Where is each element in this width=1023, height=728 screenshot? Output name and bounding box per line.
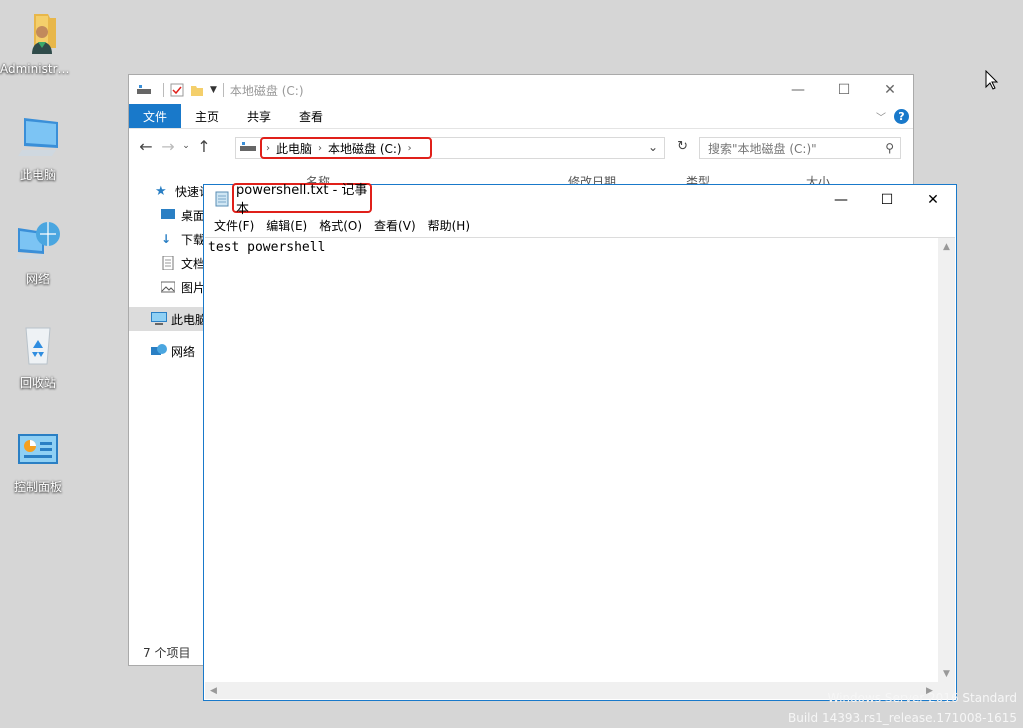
nav-item-documents[interactable]: 文档 xyxy=(129,251,205,275)
minimize-button[interactable]: — xyxy=(775,75,821,105)
nav-item-network[interactable]: 网络 xyxy=(129,339,205,363)
mouse-cursor-icon xyxy=(985,69,999,93)
download-icon: ↓ xyxy=(161,232,172,246)
menu-format[interactable]: 格式(O) xyxy=(313,217,368,234)
document-icon xyxy=(161,255,175,271)
text-editor[interactable]: test powershell ▲ ▼ ◀ ▶ xyxy=(205,237,955,699)
editor-content[interactable]: test powershell xyxy=(208,240,325,255)
chevron-right-icon: › xyxy=(407,142,412,154)
notepad-icon xyxy=(214,191,230,210)
menu-help[interactable]: 帮助(H) xyxy=(422,217,476,234)
desktop-icon-network[interactable]: 网络 xyxy=(0,218,76,287)
desktop-icon-label: 回收站 xyxy=(19,376,56,390)
computer-icon xyxy=(151,312,167,326)
desktop-icon-recycle-bin[interactable]: 回收站 xyxy=(0,322,76,391)
nav-item-desktop[interactable]: 桌面 xyxy=(129,203,205,227)
close-button[interactable]: ✕ xyxy=(910,185,956,215)
search-placeholder: 搜索"本地磁盘 (C:)" xyxy=(708,141,817,156)
expand-ribbon-icon[interactable]: ﹀ xyxy=(876,109,886,124)
os-watermark-build: Build 14393.rs1_release.171008-1615 xyxy=(788,711,1017,725)
desktop-icon-control-panel[interactable]: 控制面板 xyxy=(0,426,76,495)
address-dropdown-icon[interactable]: ⌄ xyxy=(648,140,658,154)
recent-locations-icon[interactable]: ⌄ xyxy=(179,141,193,151)
quick-access-dropdown-icon[interactable]: ▼ xyxy=(210,85,217,95)
notepad-title-highlight: powershell.txt - 记事本 xyxy=(232,183,372,217)
scroll-up-icon[interactable]: ▲ xyxy=(938,238,955,255)
scroll-left-icon[interactable]: ◀ xyxy=(205,682,222,699)
notepad-window: powershell.txt - 记事本 — ☐ ✕ 文件(F) 编辑(E) 格… xyxy=(203,183,957,701)
os-watermark-edition: Windows Server 2016 Standard xyxy=(827,691,1018,705)
drive-icon xyxy=(137,83,151,97)
desktop-icon-administrator[interactable]: Administra... xyxy=(0,10,76,76)
refresh-button[interactable]: ↻ xyxy=(677,139,688,154)
search-input[interactable]: 搜索"本地磁盘 (C:)" ⚲ xyxy=(699,137,901,159)
network-icon xyxy=(14,218,62,266)
window-title: 本地磁盘 (C:) xyxy=(229,83,304,98)
desktop-icon-label: 此电脑 xyxy=(19,168,56,182)
nav-item-downloads[interactable]: ↓ 下载 xyxy=(129,227,205,251)
desktop-icon-this-pc[interactable]: 此电脑 xyxy=(0,114,76,183)
breadcrumb-this-pc[interactable]: 此电脑 xyxy=(270,140,318,157)
maximize-button[interactable]: ☐ xyxy=(821,75,867,105)
forward-button[interactable]: → xyxy=(157,137,179,156)
search-icon: ⚲ xyxy=(885,141,894,155)
recycle-bin-icon xyxy=(14,322,62,370)
back-button[interactable]: ← xyxy=(135,137,157,156)
minimize-button[interactable]: — xyxy=(818,185,864,215)
notepad-titlebar: powershell.txt - 记事本 — ☐ ✕ xyxy=(204,183,956,217)
control-panel-icon xyxy=(14,426,62,474)
computer-icon xyxy=(14,114,62,162)
picture-icon xyxy=(160,280,176,294)
close-button[interactable]: ✕ xyxy=(867,75,913,105)
breadcrumb-local-disk[interactable]: 本地磁盘 (C:) xyxy=(322,140,408,157)
scroll-down-icon[interactable]: ▼ xyxy=(938,665,955,682)
user-folder-icon xyxy=(14,10,62,58)
up-button[interactable]: ↑ xyxy=(193,137,215,156)
address-bar[interactable]: › 此电脑 › 本地磁盘 (C:) › ⌄ ↻ xyxy=(235,137,688,159)
star-icon: ★ xyxy=(155,184,167,199)
tab-share[interactable]: 共享 xyxy=(233,104,285,128)
menu-file[interactable]: 文件(F) xyxy=(208,217,260,234)
network-icon xyxy=(151,344,167,358)
ribbon-tabs: 文件 主页 共享 查看 ﹀ ? xyxy=(129,104,913,129)
desktop-icon xyxy=(161,208,175,222)
desktop-icon-label: Administra... xyxy=(0,62,76,76)
menu-edit[interactable]: 编辑(E) xyxy=(260,217,313,234)
tab-view[interactable]: 查看 xyxy=(285,104,337,128)
nav-item-pictures[interactable]: 图片 xyxy=(129,275,205,299)
vertical-scrollbar[interactable]: ▲ ▼ xyxy=(938,238,955,682)
nav-item-this-pc[interactable]: 此电脑 xyxy=(129,307,205,331)
menu-view[interactable]: 查看(V) xyxy=(368,217,422,234)
desktop-icon-label: 网络 xyxy=(25,272,50,286)
maximize-button[interactable]: ☐ xyxy=(864,185,910,215)
help-icon[interactable]: ? xyxy=(894,109,909,124)
menu-bar: 文件(F) 编辑(E) 格式(O) 查看(V) 帮助(H) xyxy=(204,215,956,235)
properties-icon[interactable] xyxy=(170,83,184,97)
status-bar-item-count: 7 个项目 xyxy=(143,646,191,660)
nav-item-quick-access[interactable]: ★ 快速访问 xyxy=(129,179,205,203)
window-title: powershell.txt - 记事本 xyxy=(236,183,368,217)
drive-icon xyxy=(240,140,256,157)
breadcrumb: › 此电脑 › 本地磁盘 (C:) › xyxy=(260,137,432,159)
new-folder-icon[interactable] xyxy=(190,83,204,97)
desktop-icon-label: 控制面板 xyxy=(13,480,62,494)
tab-file[interactable]: 文件 xyxy=(129,104,182,128)
explorer-titlebar: ▼ 本地磁盘 (C:) — ☐ ✕ xyxy=(129,75,913,105)
navigation-pane: ★ 快速访问 桌面 ↓ 下载 文档 图片 此电脑 网络 xyxy=(129,179,205,363)
tab-home[interactable]: 主页 xyxy=(181,104,233,128)
